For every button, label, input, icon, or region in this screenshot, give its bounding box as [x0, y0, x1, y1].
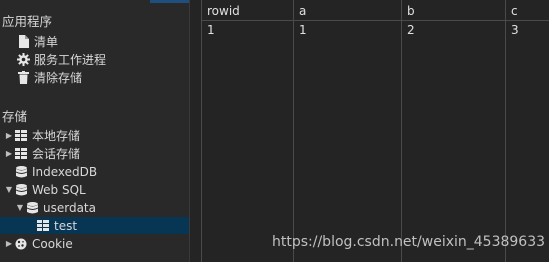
sidebar-item-label: 清除存储: [34, 71, 83, 85]
column-header-a[interactable]: a: [299, 4, 306, 18]
section-title-application: 应用程序: [2, 14, 53, 29]
column-header-rowid[interactable]: rowid: [207, 4, 240, 18]
sidebar-item-label: userdata: [43, 200, 96, 215]
column-divider: [293, 0, 294, 262]
sidebar-item-manifest[interactable]: 清单: [6, 33, 58, 50]
column-divider: [401, 0, 402, 262]
expand-triangle-icon[interactable]: ▶: [4, 149, 14, 158]
gear-icon: [16, 53, 30, 67]
sidebar-item-local-storage[interactable]: ▶ 本地存储: [4, 127, 80, 144]
sidebar-item-userdata[interactable]: ▼ userdata: [15, 199, 96, 216]
database-icon: [25, 201, 39, 215]
column-header-c[interactable]: c: [511, 4, 518, 18]
sidebar-item-label: test: [54, 218, 78, 233]
collapse-triangle-icon[interactable]: ▼: [15, 203, 25, 212]
column-divider: [201, 0, 202, 262]
sidebar-item-label: Cookie: [32, 236, 73, 251]
panel-divider[interactable]: [189, 0, 190, 262]
table-cell[interactable]: 3: [511, 23, 519, 37]
sidebar-item-session-storage[interactable]: ▶ 会话存储: [4, 145, 80, 162]
expand-triangle-icon[interactable]: ▶: [4, 131, 14, 140]
expand-triangle-icon[interactable]: ▶: [4, 239, 14, 248]
cookie-icon: [14, 237, 28, 251]
sidebar-item-label: 会话存储: [32, 147, 81, 161]
sidebar-item-label: 清单: [34, 35, 59, 49]
sidebar-item-indexeddb[interactable]: IndexedDB: [4, 163, 97, 180]
section-title-storage: 存储: [2, 109, 28, 124]
sidebar: 应用程序 清单 服务工作进程 清除存储 存储 ▶ 本地存储 ▶ 会话存储 Ind…: [0, 0, 189, 262]
table-cell[interactable]: 2: [407, 23, 415, 37]
sidebar-item-cookie[interactable]: ▶ Cookie: [4, 235, 73, 252]
grid-icon: [14, 147, 28, 161]
sidebar-item-websql[interactable]: ▼ Web SQL: [4, 181, 86, 198]
grid-icon: [36, 219, 50, 233]
column-header-b[interactable]: b: [407, 4, 415, 18]
database-icon: [14, 183, 28, 197]
sidebar-item-label: Web SQL: [32, 182, 86, 197]
column-divider: [505, 0, 506, 262]
collapse-triangle-icon[interactable]: ▼: [4, 185, 14, 194]
sidebar-item-test[interactable]: test: [0, 217, 189, 234]
trash-icon: [16, 71, 30, 85]
watermark: https://blog.csdn.net/weixin_45389633: [272, 234, 546, 250]
sidebar-item-clear-storage[interactable]: 清除存储: [6, 69, 82, 86]
sidebar-item-label: 服务工作进程: [34, 53, 107, 67]
file-icon: [16, 35, 30, 49]
sidebar-item-service-workers[interactable]: 服务工作进程: [6, 51, 106, 68]
toolbar-accent: [150, 0, 189, 3]
sidebar-item-label: IndexedDB: [32, 164, 98, 179]
sidebar-item-label: 本地存储: [32, 129, 81, 143]
table-cell[interactable]: 1: [299, 23, 307, 37]
table-cell[interactable]: 1: [207, 23, 215, 37]
database-icon: [14, 165, 28, 179]
header-divider: [201, 20, 549, 21]
grid-icon: [14, 129, 28, 143]
